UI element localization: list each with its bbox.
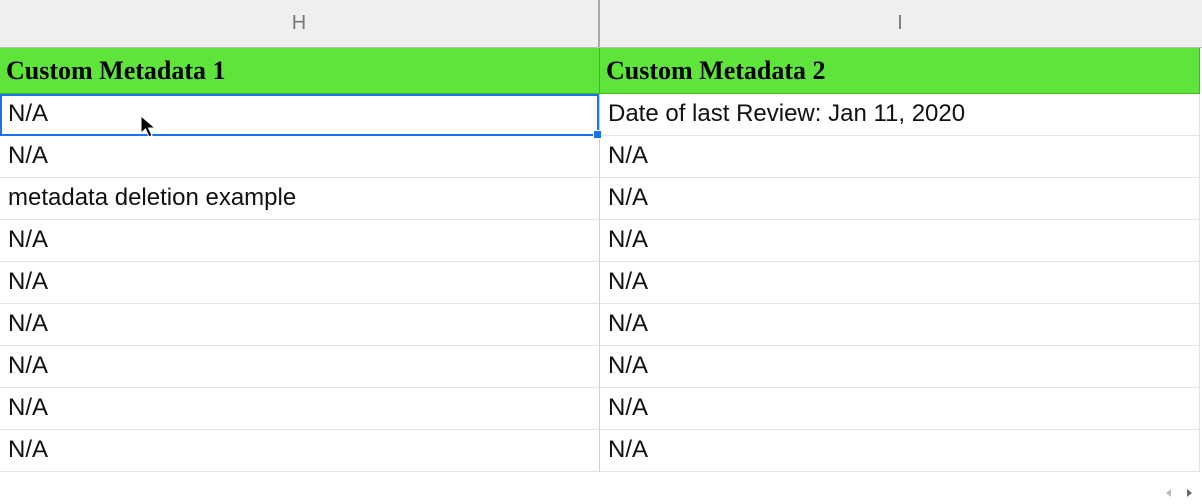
table-row: N/A N/A [0,136,1202,178]
cell-H-8[interactable]: N/A [0,430,600,472]
cell-I-5[interactable]: N/A [600,304,1200,346]
table-row: metadata deletion example N/A [0,178,1202,220]
cell-H-0[interactable]: N/A [0,94,600,136]
cell-I-6[interactable]: N/A [600,346,1200,388]
cell-H-2[interactable]: metadata deletion example [0,178,600,220]
scroll-left-icon[interactable] [1162,486,1176,500]
table-row: N/A N/A [0,262,1202,304]
cell-H-7[interactable]: N/A [0,388,600,430]
table-row: N/A N/A [0,304,1202,346]
table-row: N/A N/A [0,388,1202,430]
scroll-right-icon[interactable] [1182,486,1196,500]
header-cell-custom-metadata-1[interactable]: Custom Metadata 1 [0,48,600,94]
cell-I-0[interactable]: Date of last Review: Jan 11, 2020 [600,94,1200,136]
cell-I-4[interactable]: N/A [600,262,1200,304]
table-row: N/A N/A [0,346,1202,388]
spreadsheet: H I Custom Metadata 1 Custom Metadata 2 … [0,0,1202,472]
cell-H-3[interactable]: N/A [0,220,600,262]
column-header-I[interactable]: I [600,0,1200,47]
table-header-row: Custom Metadata 1 Custom Metadata 2 [0,48,1202,94]
cell-I-1[interactable]: N/A [600,136,1200,178]
cell-H-1[interactable]: N/A [0,136,600,178]
header-cell-custom-metadata-2[interactable]: Custom Metadata 2 [600,48,1200,94]
column-header-row: H I [0,0,1202,48]
cell-I-8[interactable]: N/A [600,430,1200,472]
cell-H-5[interactable]: N/A [0,304,600,346]
table-row: N/A Date of last Review: Jan 11, 2020 [0,94,1202,136]
table-row: N/A N/A [0,430,1202,472]
cell-I-3[interactable]: N/A [600,220,1200,262]
horizontal-scroll-controls [1162,486,1196,500]
data-area: Custom Metadata 1 Custom Metadata 2 N/A … [0,48,1202,472]
table-row: N/A N/A [0,220,1202,262]
cell-H-4[interactable]: N/A [0,262,600,304]
cell-I-7[interactable]: N/A [600,388,1200,430]
cell-H-6[interactable]: N/A [0,346,600,388]
cell-I-2[interactable]: N/A [600,178,1200,220]
column-header-H[interactable]: H [0,0,600,47]
